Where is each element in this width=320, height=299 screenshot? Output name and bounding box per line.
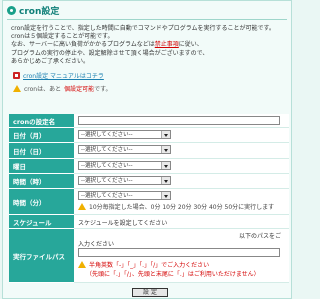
- label-path: 実行ファイルパス: [9, 229, 74, 283]
- intro-line-5: あらかじめご了承ください。: [11, 57, 90, 65]
- row-weekday: 曜日 --選択してください--: [9, 159, 289, 174]
- minute-select[interactable]: --選択してください--: [78, 191, 171, 200]
- warning-icon: [13, 85, 21, 92]
- chevron-down-icon: [161, 177, 170, 184]
- cron-name-input[interactable]: [78, 116, 280, 125]
- month-select[interactable]: --選択してください--: [78, 130, 171, 139]
- weekday-select[interactable]: --選択してください--: [78, 161, 171, 170]
- label-day: 日付（日）: [9, 143, 74, 159]
- chevron-down-icon: [161, 192, 170, 199]
- path-warn-1: 半角英数「-」「_」「.」「/」でご入力ください: [78, 260, 209, 269]
- remaining-status: cronは、あと 個設定可能 です。: [13, 84, 112, 93]
- manual-link-label[interactable]: cron設定 マニュアルはコチラ: [23, 71, 104, 80]
- title-icon: [7, 5, 16, 15]
- chevron-down-icon: [161, 131, 170, 138]
- warning-icon: [78, 203, 86, 210]
- panel-header: cron設定: [7, 3, 59, 17]
- label-weekday: 曜日: [9, 159, 74, 174]
- row-schedule: スケジュール スケジュールを設定してください: [9, 215, 289, 229]
- intro-line-1: cron設定を行うことで、指定した時間に自動でコマンドやプログラムを実行すること…: [11, 25, 275, 32]
- label-name: cronの設定名: [9, 114, 74, 128]
- label-month: 日付（月）: [9, 128, 74, 143]
- path-hint-right: 以下のパスをご: [238, 233, 281, 240]
- cron-settings-panel: cron設定 cron設定を行うことで、指定した時間に自動でコマンドやプログラム…: [2, 0, 292, 299]
- path-warn-2: （先頭に「.」「/」、先頭と末尾に「.」はご利用いただけません）: [86, 271, 260, 278]
- header-divider: [7, 19, 287, 20]
- hour-select[interactable]: --選択してください--: [78, 176, 171, 185]
- row-path: 実行ファイルパス 以下のパスをご 入力ください 半角英数「-」「_」「.」「/」…: [9, 229, 289, 283]
- warning-icon: [78, 261, 86, 268]
- page-title: cron設定: [19, 6, 60, 17]
- row-minute: 時間（分） --選択してください-- 10分毎指定した場合、0分 10分 20分…: [9, 189, 289, 215]
- path-input[interactable]: [78, 248, 280, 257]
- row-day: 日付（日） --選択してください--: [9, 143, 289, 159]
- intro-line-3: なお、サーバーに高い負荷がかかるプログラムなどは禁止事項に従い、: [11, 41, 203, 49]
- minute-hint: 10分毎指定した場合、0分 10分 20分 30分 40分 50分に実行します: [78, 202, 274, 211]
- label-schedule: スケジュール: [9, 215, 74, 229]
- schedule-value: スケジュールを設定してください: [78, 220, 168, 227]
- intro-text: cron設定を行うことで、指定した時間に自動でコマンドやプログラムを実行すること…: [11, 25, 283, 66]
- path-hint-left: 入力ください: [78, 241, 115, 248]
- chevron-down-icon: [161, 146, 170, 153]
- submit-button[interactable]: 設 定: [132, 288, 168, 297]
- intro-line-4: プログラムの実行の停止や、設定解除させて頂く場合がございますので、: [11, 49, 209, 57]
- day-select[interactable]: --選択してください--: [78, 145, 171, 154]
- chevron-down-icon: [161, 162, 170, 169]
- row-name: cronの設定名: [9, 114, 289, 128]
- label-minute: 時間（分）: [9, 189, 74, 215]
- row-hour: 時間（時） --選択してください--: [9, 174, 289, 189]
- manual-icon: [13, 72, 20, 79]
- label-hour: 時間（時）: [9, 174, 74, 189]
- manual-link[interactable]: cron設定 マニュアルはコチラ: [13, 71, 104, 80]
- remaining-count: 個設定可能: [64, 86, 95, 93]
- row-month: 日付（月） --選択してください--: [9, 128, 289, 143]
- prohibited-items-link[interactable]: 禁止事項: [155, 41, 179, 48]
